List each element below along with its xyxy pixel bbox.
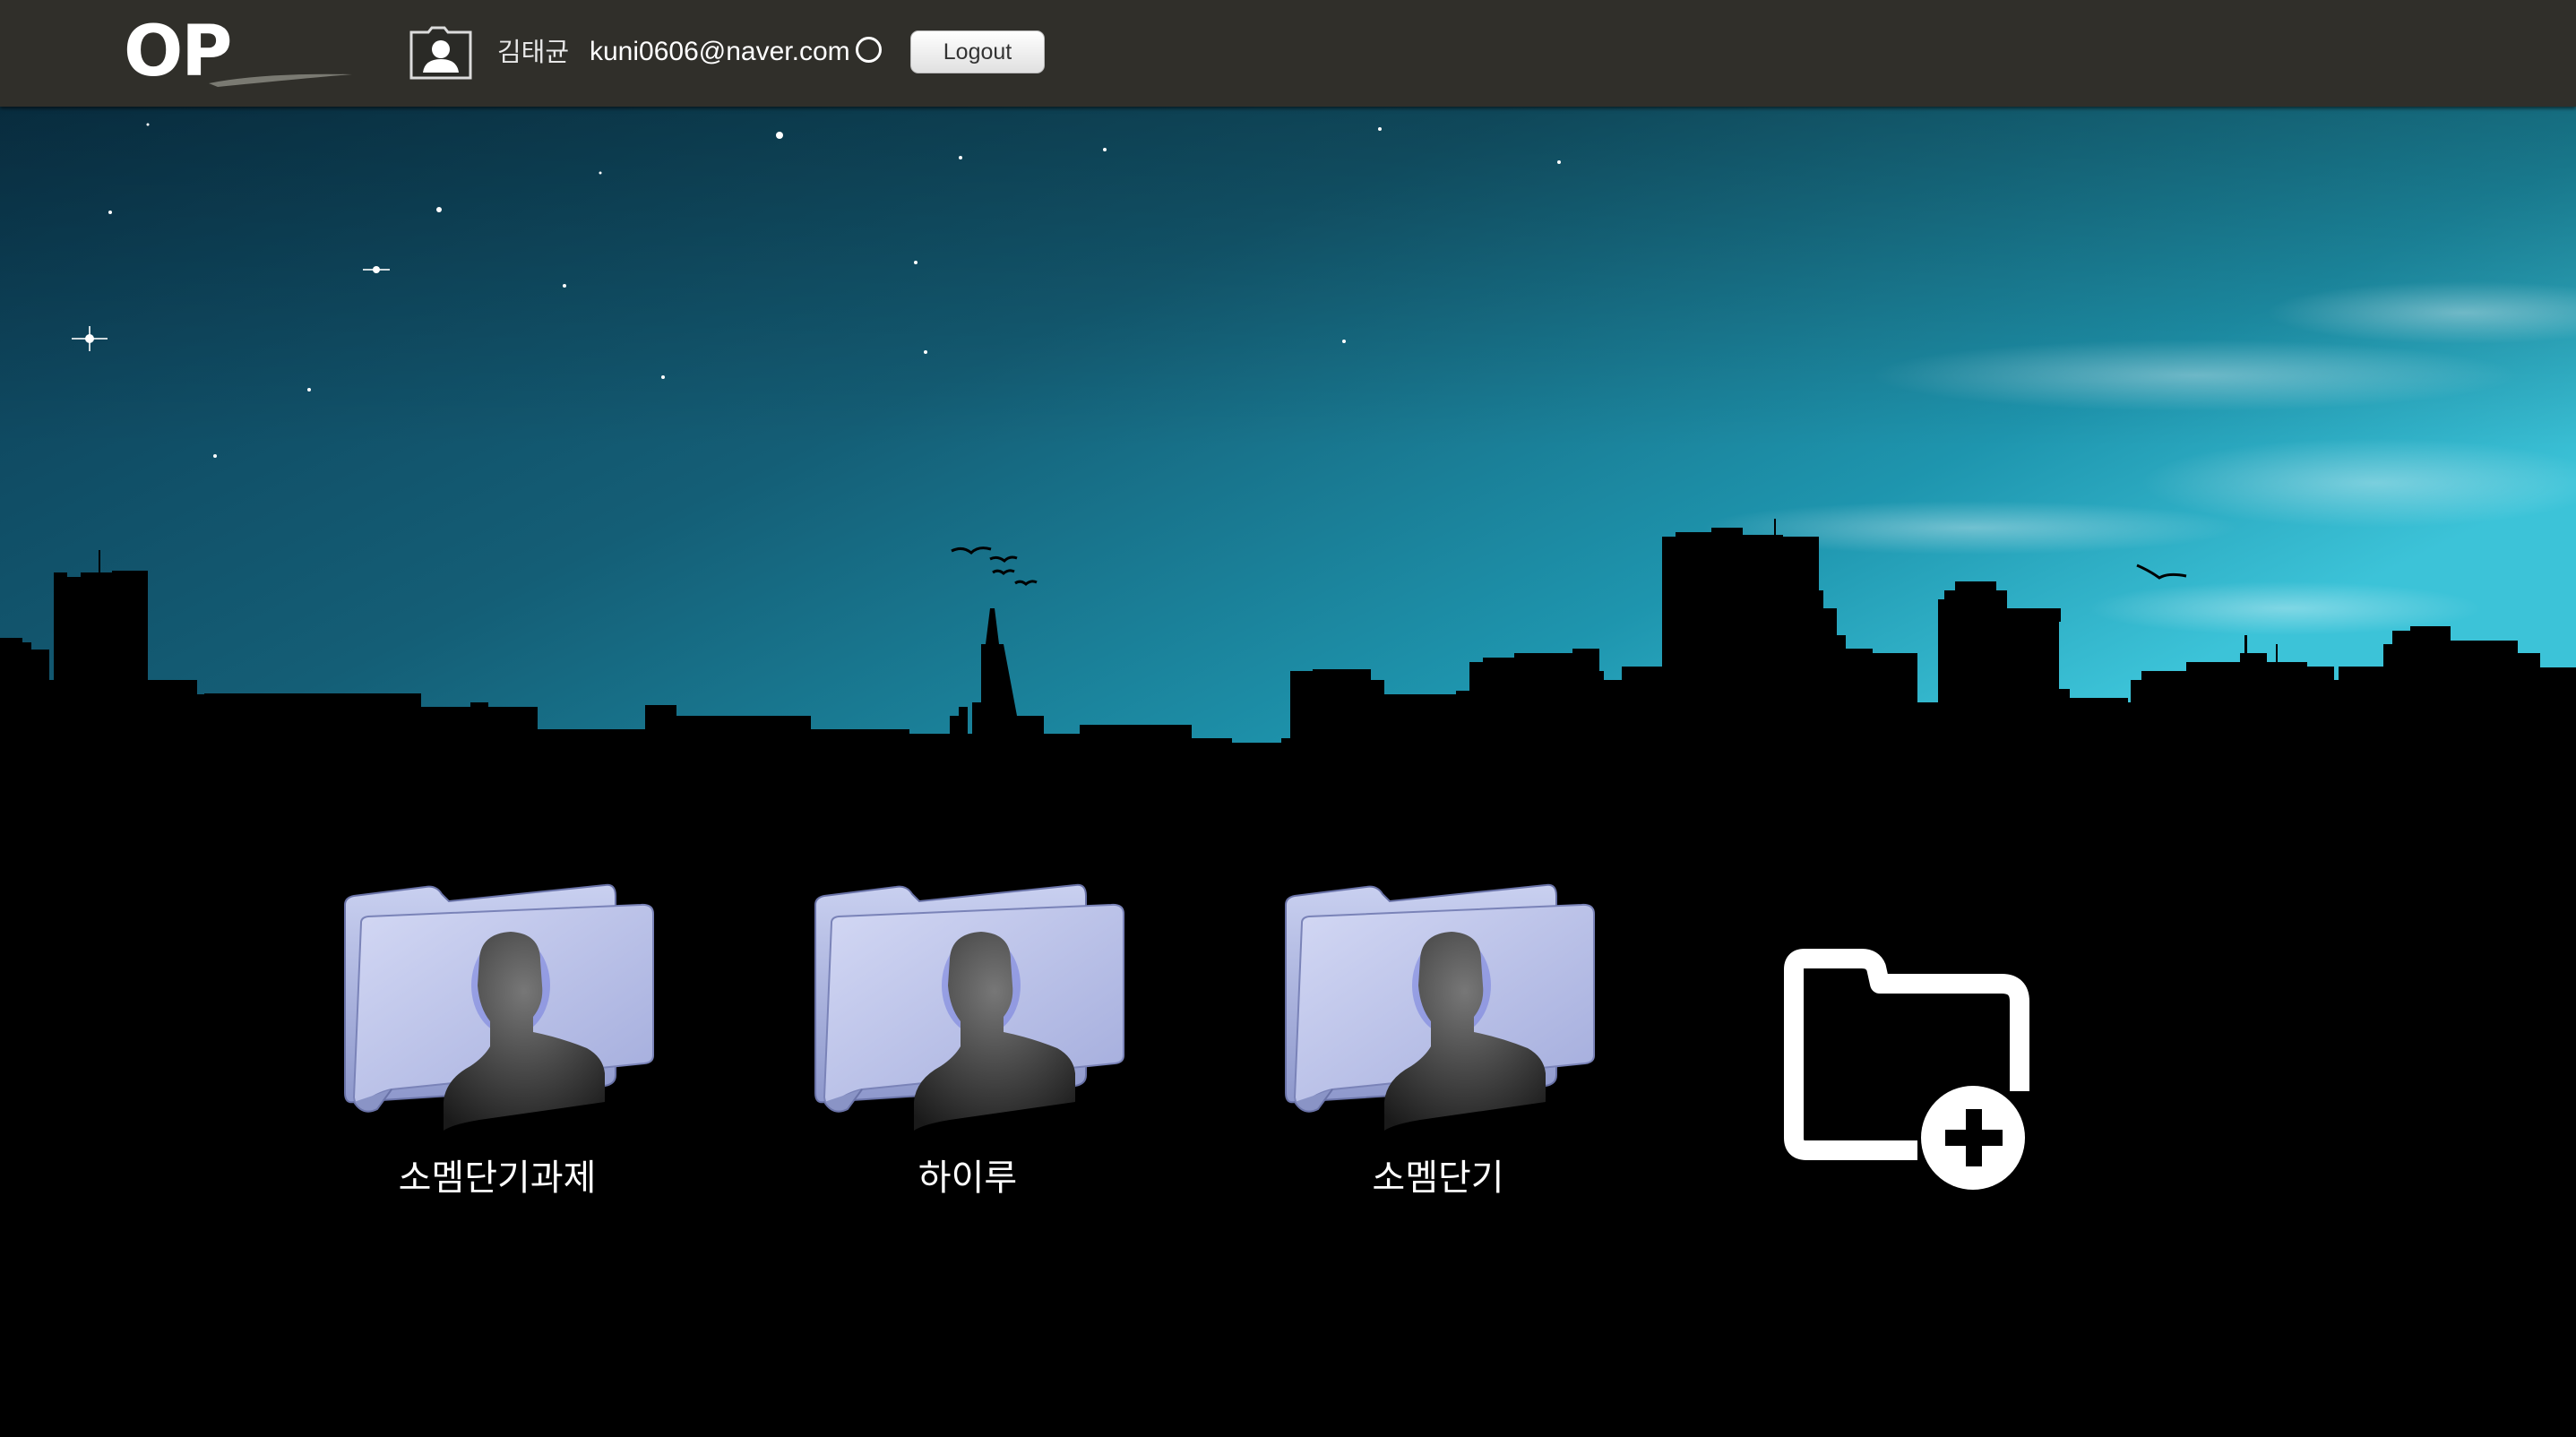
folder-item[interactable]: 소멤단기 bbox=[1277, 878, 1599, 1200]
city-skyline-background bbox=[0, 107, 2576, 1437]
status-circle-icon[interactable] bbox=[856, 37, 882, 63]
user-folder-icon bbox=[1285, 883, 1595, 1131]
user-folder-icon bbox=[814, 883, 1124, 1131]
folder-label: 소멤단기과제 bbox=[398, 1157, 597, 1199]
user-email: kuni0606@naver.com bbox=[590, 37, 850, 66]
page: OP 김태균 kuni0606@naver.com Logout 소멤단기과제 … bbox=[0, 0, 2576, 1437]
top-navigation-bar: OP 김태균 kuni0606@naver.com Logout bbox=[0, 0, 2576, 107]
user-profile-icon[interactable] bbox=[409, 25, 473, 81]
folder-label: 소멤단기 bbox=[1372, 1157, 1504, 1199]
folder-label: 하이루 bbox=[918, 1157, 1018, 1199]
folder-item[interactable]: 소멤단기과제 bbox=[336, 878, 659, 1200]
add-folder-icon[interactable] bbox=[1783, 948, 2034, 1193]
logo-swoosh-icon bbox=[209, 73, 352, 87]
user-folder-icon bbox=[344, 883, 654, 1131]
user-name: 김태균 bbox=[497, 37, 570, 67]
folder-item[interactable]: 하이루 bbox=[806, 878, 1129, 1200]
logout-button[interactable]: Logout bbox=[910, 30, 1045, 73]
app-logo[interactable]: OP bbox=[124, 16, 352, 88]
